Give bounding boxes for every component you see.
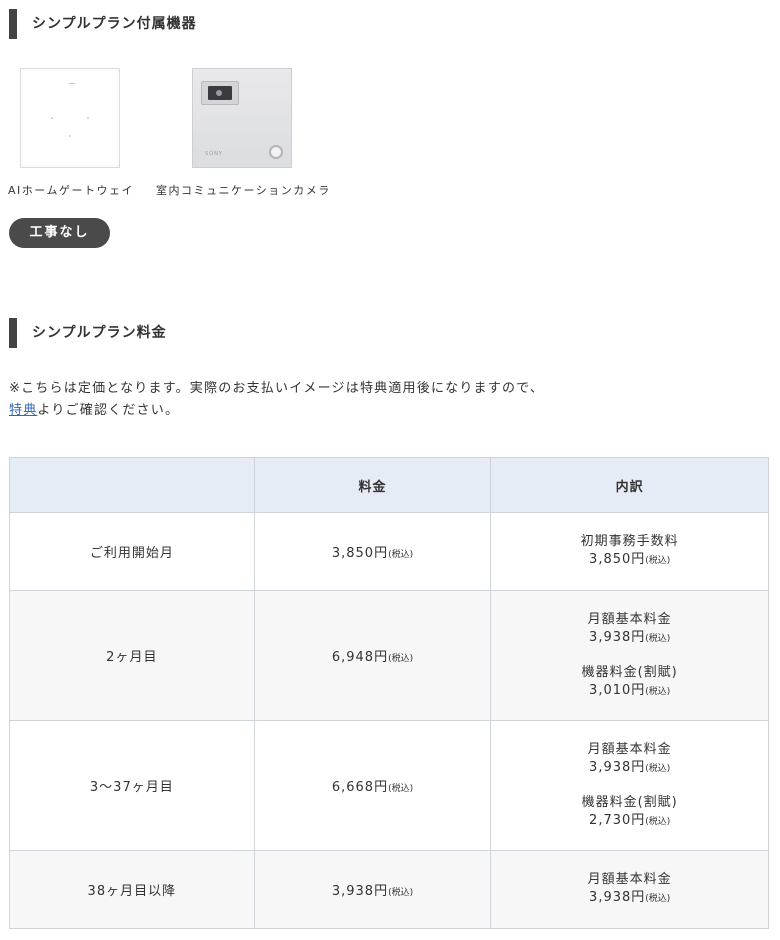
breakdown-cell: 月額基本料金 3,938円(税込) 機器料金(割賦) 2,730円(税込) [490,720,769,851]
indoor-camera-image: SONY [192,68,292,168]
breakdown-item-amount: 3,938円(税込) [589,759,671,775]
device-caption: AIホームゲートウェイ [8,184,134,197]
section-heading-accessories: シンプルプラン付属機器 [9,9,197,39]
pricing-table: 料金 内訳 ご利用開始月 3,850円(税込) 初期事務手数料 3,850円(税… [9,457,769,929]
camera-button-icon [269,145,283,159]
period-cell: 3～37ヶ月目 [9,720,255,851]
breakdown-item-name: 機器料金(割賦) [581,794,678,810]
section-heading-pricing: シンプルプラン料金 [9,318,167,348]
table-row: ご利用開始月 3,850円(税込) 初期事務手数料 3,850円(税込) [9,512,769,591]
camera-lens-icon [216,90,222,96]
breakdown-item-name: 月額基本料金 [587,741,672,757]
breakdown-cell: 月額基本料金 3,938円(税込) [490,850,769,929]
device-ai-home-gateway: AIホームゲートウェイ [8,68,132,197]
period-cell: 38ヶ月目以降 [9,850,255,929]
table-row: 38ヶ月目以降 3,938円(税込) 月額基本料金 3,938円(税込) [9,850,769,929]
breakdown-item-amount: 3,938円(税込) [589,890,671,905]
breakdown-item-amount: 3,938円(税込) [589,629,671,645]
breakdown-item-amount: 2,730円(税込) [589,812,671,828]
camera-window [201,81,239,105]
no-construction-badge: 工事なし [9,218,110,248]
period-cell: 2ヶ月目 [9,590,255,721]
benefits-link[interactable]: 特典 [9,403,37,418]
breakdown-cell: 月額基本料金 3,938円(税込) 機器料金(割賦) 3,010円(税込) [490,590,769,721]
table-row: 2ヶ月目 6,948円(税込) 月額基本料金 3,938円(税込) 機器料金(割… [9,590,769,721]
ai-home-gateway-image [20,68,120,168]
breakdown-item-name: 月額基本料金 [587,872,672,887]
price-cell: 6,948円(税込) [253,590,492,721]
breakdown-item-name: 月額基本料金 [587,611,672,627]
note-line-2: よりご確認ください。 [37,403,180,418]
note-line-1: ※こちらは定価となります。実際のお支払いイメージは特典適用後になりますので、 [9,381,545,396]
header-price: 料金 [253,457,492,513]
breakdown-cell: 初期事務手数料 3,850円(税込) [490,512,769,591]
header-period [9,457,255,513]
device-indoor-camera: SONY 室内コミュニケーションカメラ [156,68,329,197]
table-header-row: 料金 内訳 [9,457,769,513]
table-row: 3～37ヶ月目 6,668円(税込) 月額基本料金 3,938円(税込) 機器料… [9,720,769,851]
brand-logo: SONY [205,151,223,157]
pricing-note: ※こちらは定価となります。実際のお支払いイメージは特典適用後になりますので、 特… [9,378,544,422]
price-cell: 3,850円(税込) [253,512,492,591]
header-breakdown: 内訳 [490,457,769,513]
price-cell: 3,938円(税込) [253,850,492,929]
breakdown-item-amount: 3,010円(税込) [589,682,671,698]
breakdown-item-name: 機器料金(割賦) [581,664,678,680]
price-cell: 6,668円(税込) [253,720,492,851]
breakdown-item-amount: 3,850円(税込) [589,552,671,567]
device-caption: 室内コミュニケーションカメラ [156,184,331,197]
period-cell: ご利用開始月 [9,512,255,591]
breakdown-item-name: 初期事務手数料 [580,534,679,549]
